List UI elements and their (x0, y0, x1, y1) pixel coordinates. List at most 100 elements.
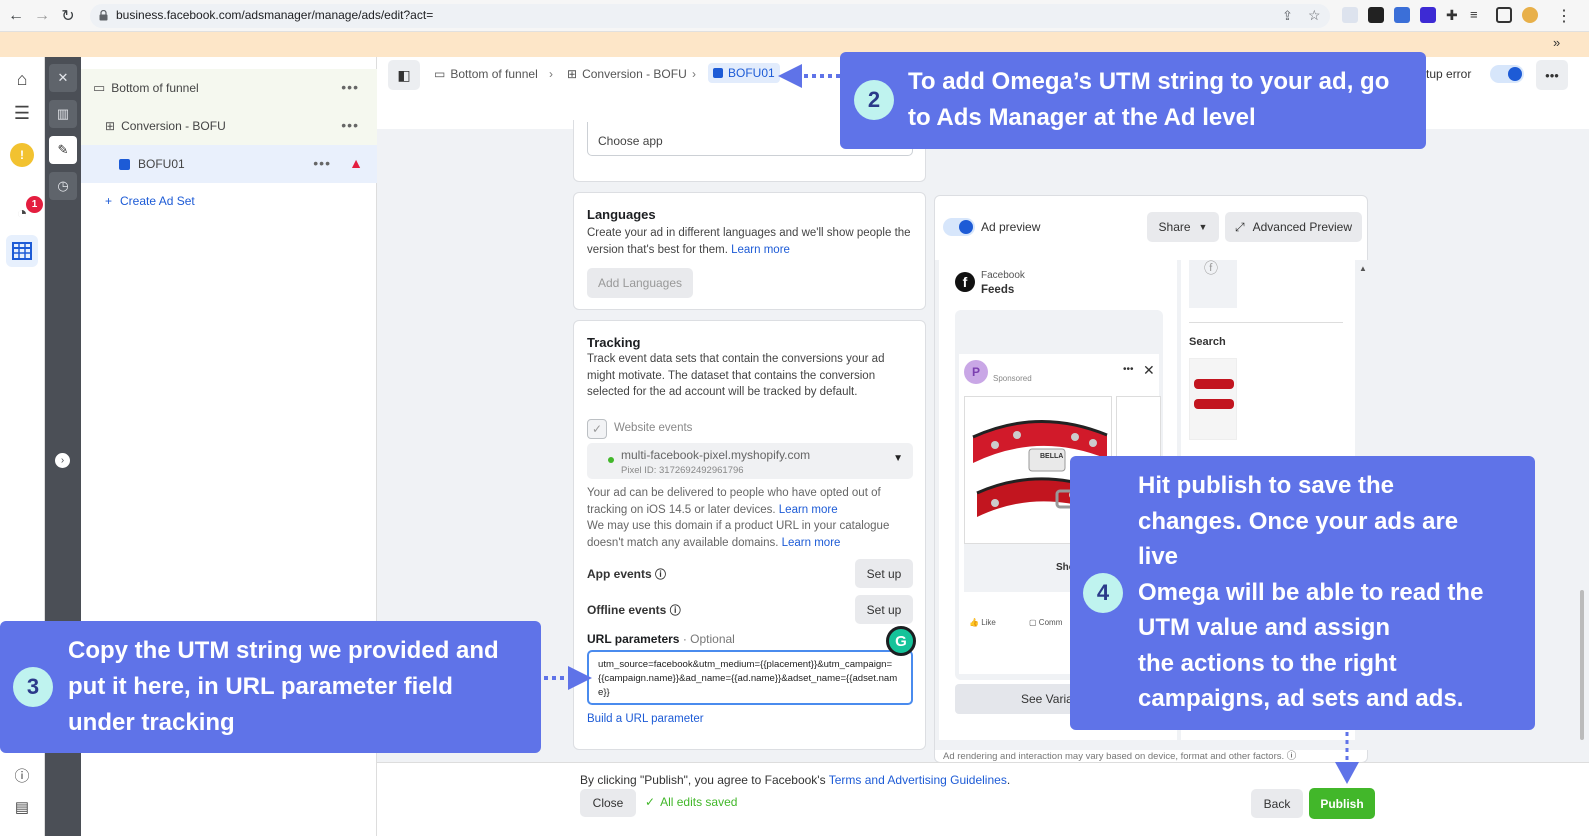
puzzle-icon[interactable]: ✚ (1446, 7, 1462, 23)
step-badge: 2 (854, 80, 894, 120)
hamburger-menu-icon[interactable]: ☰ (10, 101, 34, 125)
reload-icon[interactable]: ↻ (58, 6, 78, 26)
page-avatar: P (964, 360, 988, 384)
sponsored-label: Sponsored (993, 374, 1032, 383)
campaign-status-toggle[interactable] (1490, 65, 1524, 83)
active-status-dot (608, 457, 614, 463)
more-options-icon[interactable]: ••• (341, 79, 359, 95)
tracking-section: Tracking Track event data sets that cont… (573, 320, 926, 750)
arrow-to-url-field-icon (544, 666, 592, 690)
breadcrumb-ad[interactable]: BOFU01 (708, 63, 780, 83)
close-icon: ✕ (1143, 362, 1155, 378)
like-button: 👍 Like (969, 618, 996, 627)
tree-item-adset[interactable]: ⊞ Conversion - BOFU ••• (81, 107, 377, 145)
lock-icon (99, 10, 108, 21)
learn-more-link[interactable]: Learn more (782, 537, 841, 549)
scroll-up-icon[interactable]: ▲ (1359, 264, 1367, 273)
breadcrumb-adset[interactable]: ⊞ Conversion - BOFU (567, 67, 687, 81)
domain-note: We may use this domain if a product URL … (587, 520, 890, 549)
website-events-label: Website events (614, 422, 693, 434)
tracking-title: Tracking (587, 335, 641, 350)
more-options-icon: ••• (1123, 364, 1134, 375)
share-page-icon[interactable]: ⇪ (1282, 8, 1293, 24)
back-button[interactable]: Back (1251, 789, 1303, 818)
reading-list-icon[interactable]: ≡ (1470, 7, 1486, 23)
tree-campaign-label: Bottom of funnel (111, 81, 199, 95)
forward-arrow-icon[interactable]: → (32, 6, 52, 26)
offline-events-label: Offline events ⓘ (587, 603, 681, 617)
dropdown-caret-icon: ▼ (893, 453, 903, 464)
thumbs-up-icon: 👍 (969, 618, 979, 627)
share-button[interactable]: Share ▼ (1147, 212, 1219, 242)
bar-chart-icon[interactable]: ▥ (49, 100, 77, 128)
home-icon[interactable]: ⌂ (10, 67, 34, 91)
browser-toolbar: ← → ↻ business.facebook.com/adsmanager/m… (0, 0, 1589, 32)
ad-preview-toggle[interactable] (943, 218, 975, 236)
tree-item-ad[interactable]: BOFU01 ••• ▲ (81, 145, 377, 183)
account-avatar[interactable]: ! (10, 143, 34, 167)
callout-step-4: 4 Hit publish to save the changes. Once … (1070, 456, 1535, 730)
story-thumbnail: ⓕ (1189, 260, 1237, 308)
publish-bar: By clicking "Publish", you agree to Face… (377, 762, 1589, 836)
extension-i-icon[interactable] (1420, 7, 1436, 23)
close-button[interactable]: Close (580, 789, 636, 817)
grammarly-icon[interactable]: G (886, 626, 916, 656)
edit-pencil-icon[interactable]: ✎ (49, 136, 77, 164)
more-bookmarks-icon[interactable]: » (1553, 35, 1560, 50)
back-arrow-icon[interactable]: ← (6, 6, 26, 26)
learn-more-link[interactable]: Learn more (779, 504, 838, 516)
facebook-icon: f (955, 272, 975, 292)
offline-events-setup-button[interactable]: Set up (855, 595, 913, 624)
report-icon[interactable]: ▤ (10, 795, 34, 819)
ad-icon (119, 158, 130, 170)
arrow-to-breadcrumb-icon (778, 64, 840, 88)
page-scrollbar[interactable] (1580, 590, 1584, 740)
more-options-icon[interactable]: ••• (341, 117, 359, 133)
website-events-checkbox[interactable]: ✓ (587, 419, 607, 439)
bookmark-star-icon[interactable]: ☆ (1308, 7, 1321, 24)
grid-icon: ⊞ (567, 67, 578, 81)
ads-manager-active[interactable] (6, 235, 38, 267)
more-options-icon[interactable]: ••• (313, 155, 331, 171)
more-options-icon[interactable]: ••• (1536, 60, 1568, 90)
ad-icon (713, 68, 723, 78)
extension-code-icon[interactable] (1394, 7, 1410, 23)
facebook-icon: ⓕ (1204, 260, 1218, 276)
build-url-parameter-link[interactable]: Build a URL parameter (587, 711, 704, 728)
add-languages-button[interactable]: Add Languages (587, 268, 693, 298)
app-events-setup-button[interactable]: Set up (855, 559, 913, 588)
address-bar[interactable]: business.facebook.com/adsmanager/manage/… (90, 4, 1330, 28)
pixel-select[interactable]: multi-facebook-pixel.myshopify.com Pixel… (587, 443, 913, 479)
sidepanel-icon[interactable] (1496, 7, 1512, 23)
help-icon[interactable]: ⓘ (10, 763, 34, 787)
ad-preview-label: Ad preview (981, 220, 1041, 234)
breadcrumb-campaign[interactable]: ▭ Bottom of funnel (434, 67, 538, 81)
browser-menu-icon[interactable]: ⋮ (1556, 6, 1572, 26)
extension-icon[interactable] (1342, 7, 1358, 23)
preview-disclaimer: Ad rendering and interaction may vary ba… (943, 751, 1297, 762)
search-label: Search (1189, 336, 1226, 348)
folder-icon: ▭ (434, 67, 446, 81)
history-clock-icon[interactable]: ◷ (49, 172, 77, 200)
plus-icon: + (105, 194, 113, 208)
url-text: business.facebook.com/adsmanager/manage/… (116, 8, 434, 22)
url-params-input[interactable]: utm_source=facebook&utm_medium={{placeme… (587, 650, 913, 705)
languages-section: Languages Create your ad in different la… (573, 192, 926, 310)
toggle-sidebar-icon[interactable]: ◧ (388, 60, 420, 90)
terms-link[interactable]: Terms and Advertising Guidelines (829, 773, 1007, 787)
advanced-preview-button[interactable]: ⤢ Advanced Preview (1225, 212, 1362, 242)
notion-icon[interactable] (1368, 7, 1384, 23)
expand-chevron-icon[interactable]: › (55, 453, 70, 468)
close-editor-icon[interactable]: ✕ (49, 64, 77, 92)
tree-item-campaign[interactable]: ▭ Bottom of funnel ••• (81, 69, 377, 107)
publish-button[interactable]: Publish (1309, 788, 1375, 819)
warning-icon: ▲ (349, 155, 363, 171)
comment-icon: ▢ (1029, 618, 1037, 627)
learn-more-link[interactable]: Learn more (731, 244, 790, 256)
callout-step-2: 2 To add Omega’s UTM string to your ad, … (840, 52, 1426, 149)
create-adset-link[interactable]: + Create Ad Set (105, 194, 195, 208)
avatar[interactable] (1522, 7, 1538, 23)
breadcrumb-chevron-icon: › (549, 67, 553, 81)
breadcrumb-chevron-icon: › (692, 67, 696, 81)
ios-note: Your ad can be delivered to people who h… (587, 487, 881, 516)
